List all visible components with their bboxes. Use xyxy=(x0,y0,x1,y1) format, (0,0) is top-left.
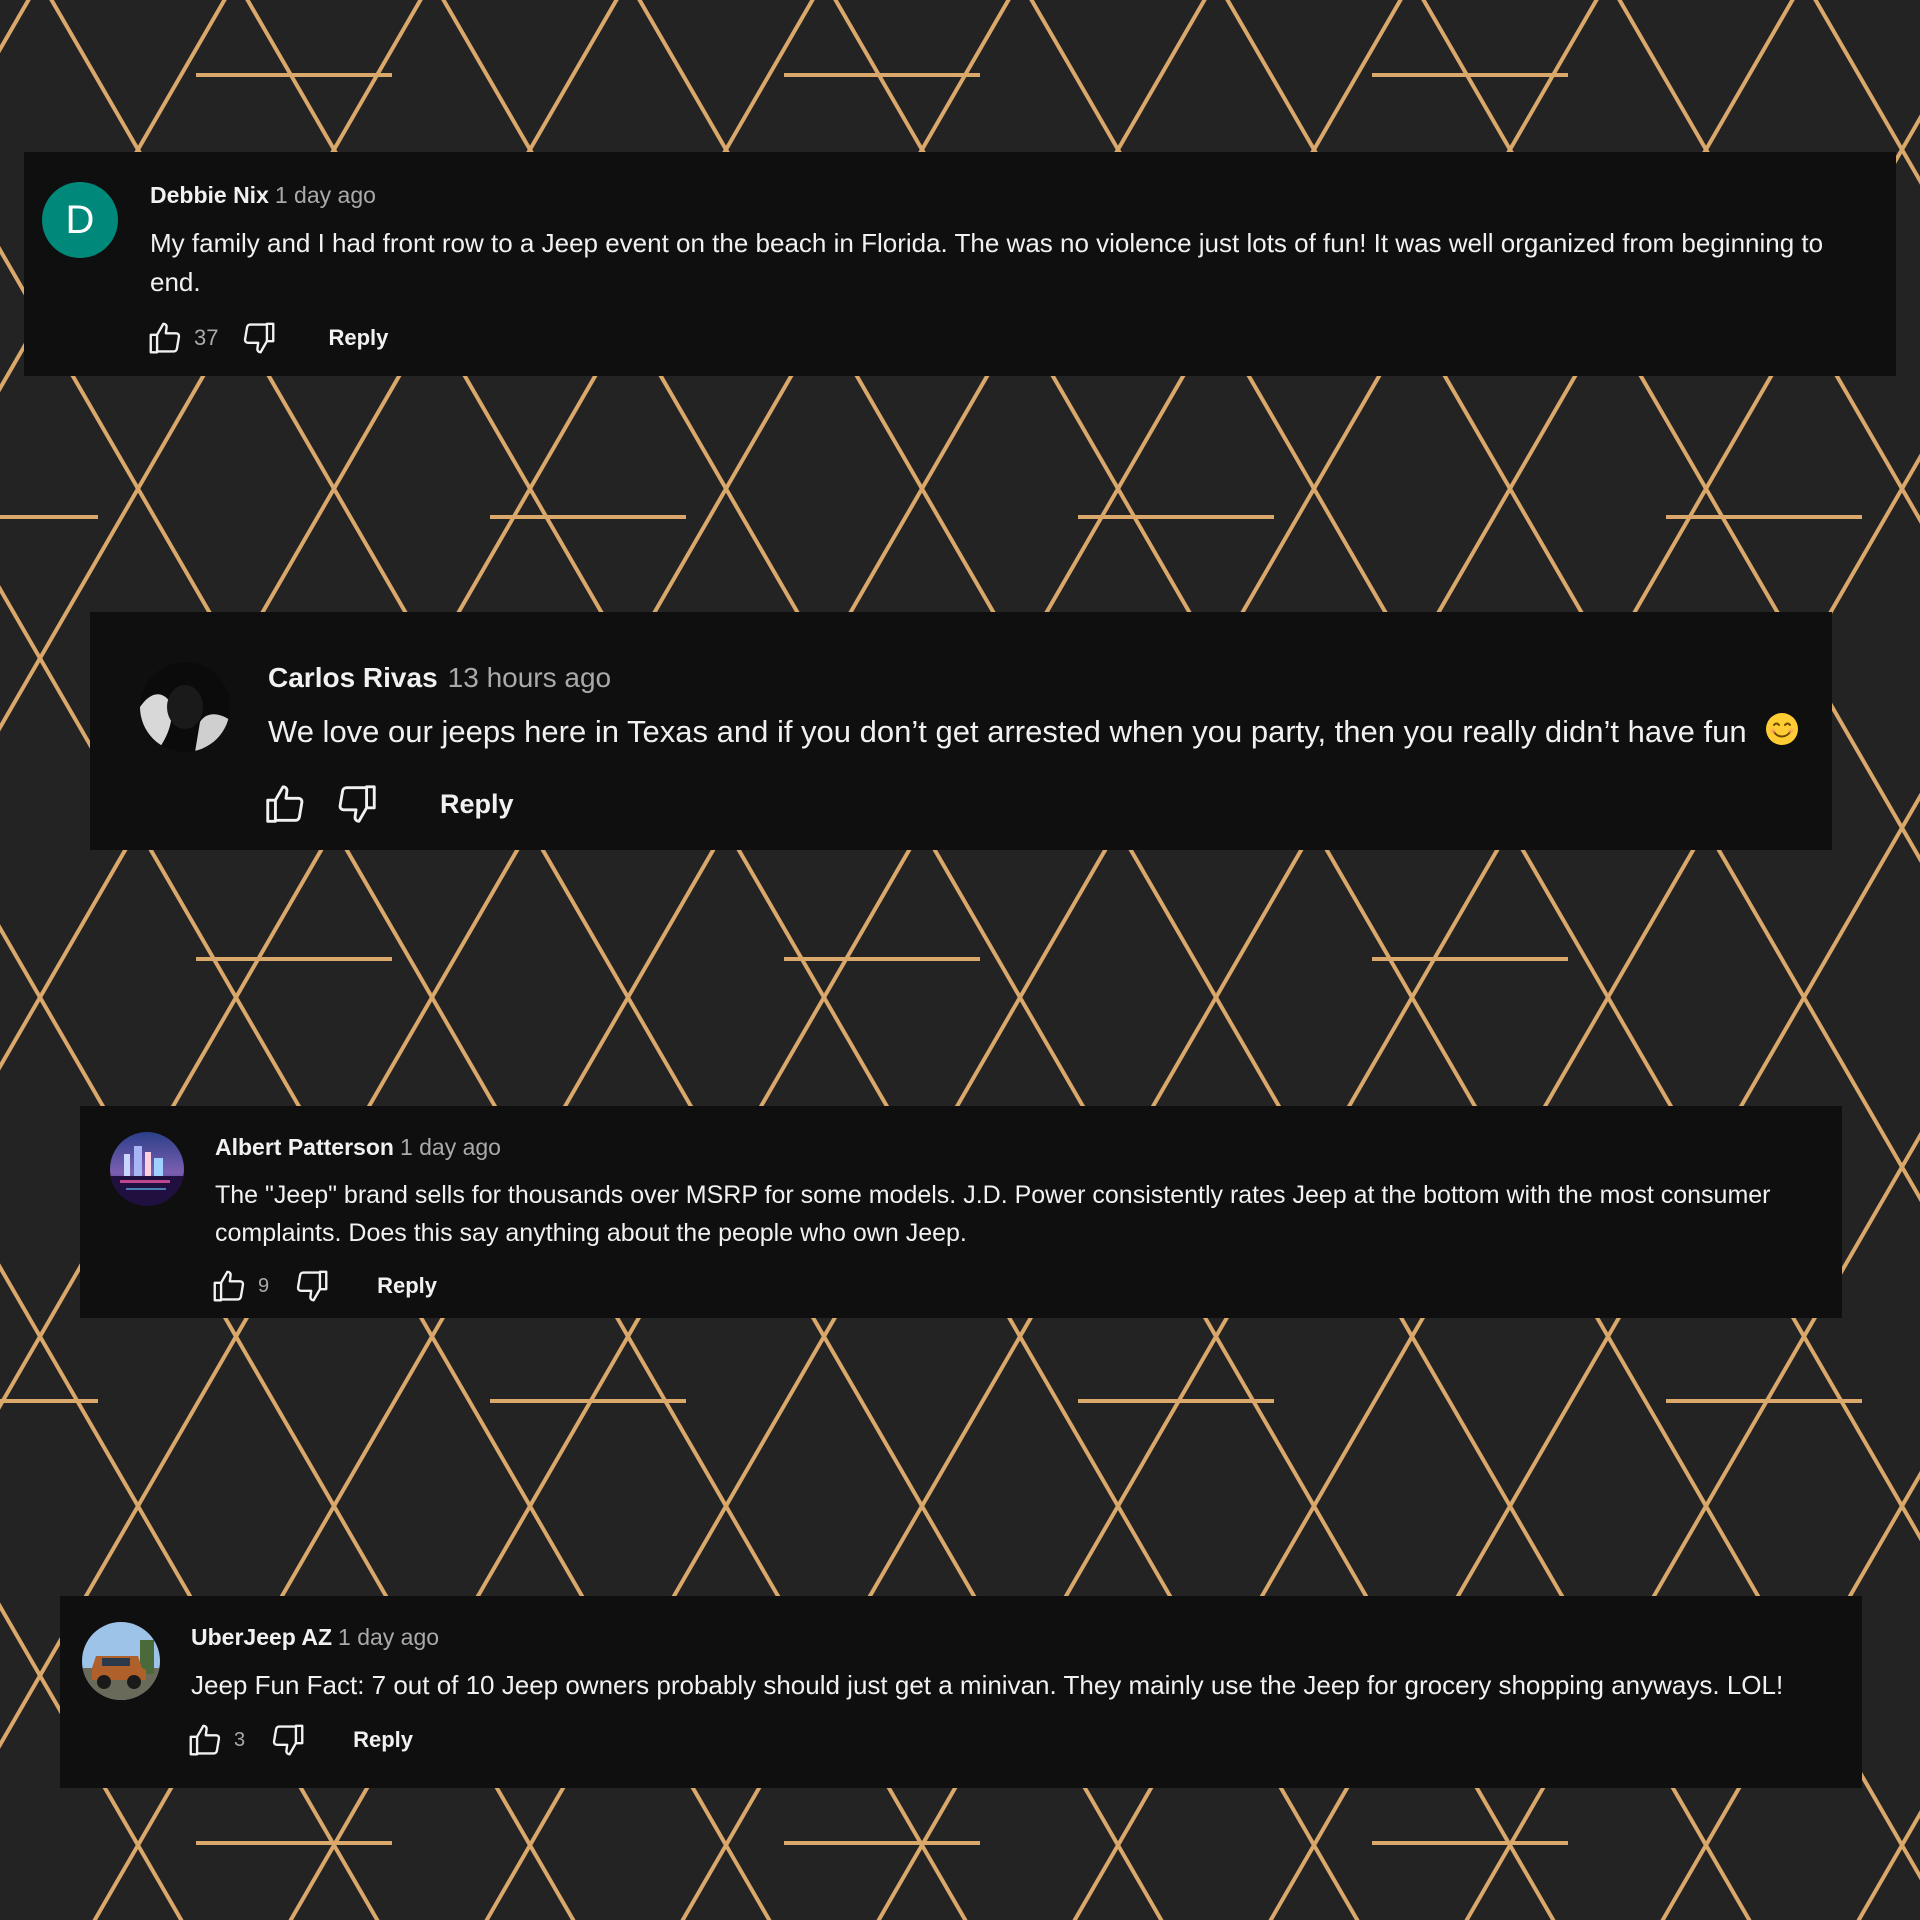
comment-actions: 9 Reply xyxy=(210,1266,437,1306)
comment-actions: 3 Reply xyxy=(186,1720,413,1760)
thumbs-up-icon[interactable] xyxy=(210,1267,248,1305)
thumbs-down-icon[interactable] xyxy=(334,781,380,827)
thumbs-up-icon[interactable] xyxy=(146,319,184,357)
author-name[interactable]: UberJeep AZ xyxy=(191,1624,332,1650)
comment-text: The "Jeep" brand sells for thousands ove… xyxy=(215,1181,1771,1247)
thumbs-up-icon[interactable] xyxy=(186,1721,224,1759)
avatar-photo xyxy=(82,1622,160,1700)
thumbs-down-icon[interactable] xyxy=(293,1267,331,1305)
comment-text: My family and I had front row to a Jeep … xyxy=(150,228,1824,297)
comment-card: Carlos Rivas 13 hours ago We love our jee… xyxy=(90,612,1832,850)
comment-card: UberJeep AZ 1 day ago Jeep Fun Fact: 7 ou… xyxy=(60,1596,1862,1788)
comment-actions: 37 Reply xyxy=(146,318,388,358)
reply-button[interactable]: Reply xyxy=(377,1273,437,1299)
avatar[interactable] xyxy=(82,1622,160,1700)
timestamp[interactable]: 13 hours ago xyxy=(448,662,611,693)
avatar[interactable]: D xyxy=(42,182,118,258)
like-count: 9 xyxy=(258,1274,270,1297)
comment-actions: Reply xyxy=(262,780,514,828)
comment-text-row: We love our jeeps here in Texas and if y… xyxy=(268,712,1799,754)
author-name[interactable]: Carlos Rivas xyxy=(268,662,438,693)
thumbs-up-icon[interactable] xyxy=(262,781,308,827)
avatar[interactable] xyxy=(110,1132,184,1206)
author-name[interactable]: Debbie Nix xyxy=(150,182,269,208)
timestamp[interactable]: 1 day ago xyxy=(275,182,376,208)
avatar-letter: D xyxy=(65,197,95,242)
timestamp[interactable]: 1 day ago xyxy=(338,1624,439,1650)
reply-button[interactable]: Reply xyxy=(440,789,514,820)
comment-card: Albert Patterson 1 day ago The "Jeep" bra… xyxy=(80,1106,1842,1318)
comment-header: Debbie Nix 1 day ago xyxy=(150,182,376,209)
avatar[interactable] xyxy=(140,662,230,752)
author-name[interactable]: Albert Patterson xyxy=(215,1134,394,1160)
comment-card: D Debbie Nix 1 day ago My family and I ha… xyxy=(24,152,1896,376)
comment-header: UberJeep AZ 1 day ago xyxy=(191,1624,439,1651)
like-count: 3 xyxy=(234,1728,246,1751)
comment-header: Carlos Rivas 13 hours ago xyxy=(268,662,611,694)
avatar-photo xyxy=(140,662,230,752)
thumbs-down-icon[interactable] xyxy=(269,1721,307,1759)
comment-text: Jeep Fun Fact: 7 out of 10 Jeep owners p… xyxy=(191,1670,1784,1700)
comment-header: Albert Patterson 1 day ago xyxy=(215,1134,501,1161)
smiling-face-icon xyxy=(1765,712,1799,754)
thumbs-down-icon[interactable] xyxy=(240,319,278,357)
timestamp[interactable]: 1 day ago xyxy=(400,1134,501,1160)
reply-button[interactable]: Reply xyxy=(328,325,388,351)
comment-text: We love our jeeps here in Texas and if y… xyxy=(268,714,1747,749)
avatar-photo xyxy=(110,1132,184,1206)
like-count: 37 xyxy=(194,325,219,350)
reply-button[interactable]: Reply xyxy=(353,1727,413,1753)
